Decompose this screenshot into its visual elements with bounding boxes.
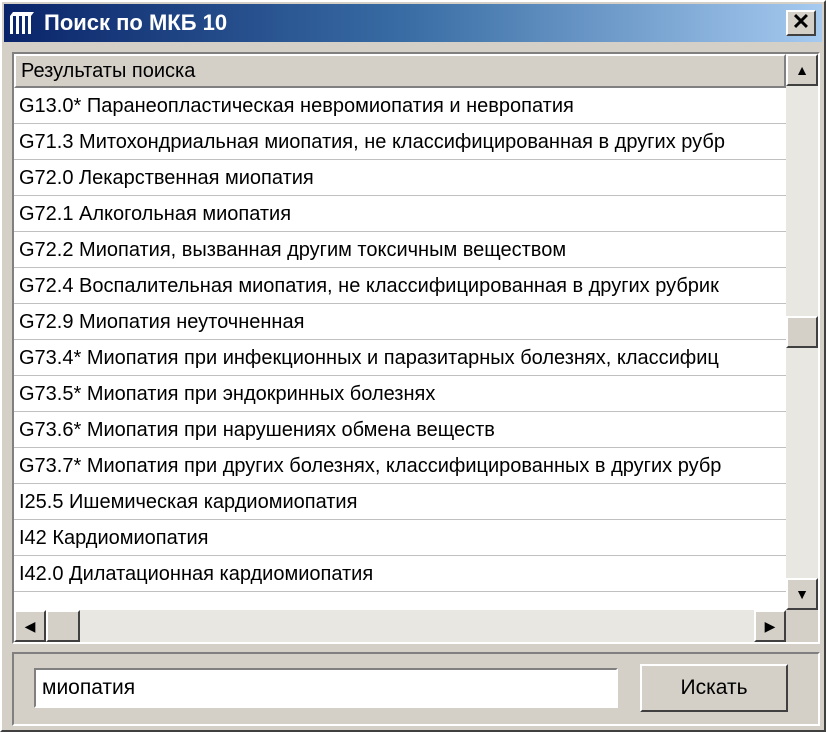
- arrow-down-icon: ▼: [795, 586, 809, 602]
- search-input[interactable]: [34, 668, 618, 708]
- close-button[interactable]: ✕: [786, 10, 816, 36]
- result-row[interactable]: G72.2 Миопатия, вызванная другим токсичн…: [14, 232, 786, 268]
- arrow-up-icon: ▲: [795, 62, 809, 78]
- result-row[interactable]: G72.1 Алкогольная миопатия: [14, 196, 786, 232]
- result-row[interactable]: I25.5 Ишемическая кардиомиопатия: [14, 484, 786, 520]
- result-row[interactable]: G73.6* Миопатия при нарушениях обмена ве…: [14, 412, 786, 448]
- horizontal-scroll-thumb[interactable]: [46, 610, 80, 642]
- window-title: Поиск по МКБ 10: [44, 10, 228, 35]
- close-icon: ✕: [791, 9, 811, 34]
- scrollbar-corner: [786, 610, 818, 642]
- arrow-left-icon: ◀: [24, 618, 36, 634]
- search-dialog-window: Поиск по МКБ 10 ✕ Результаты поиска G13.…: [0, 0, 826, 732]
- results-rows: G13.0* Паранеопластическая невромиопатия…: [14, 88, 786, 596]
- result-row[interactable]: G13.0* Паранеопластическая невромиопатия…: [14, 88, 786, 124]
- result-row[interactable]: G73.5* Миопатия при эндокринных болезнях: [14, 376, 786, 412]
- vertical-scroll-thumb[interactable]: [786, 316, 818, 348]
- search-button[interactable]: Искать: [640, 664, 788, 712]
- result-row[interactable]: I42.0 Дилатационная кардиомиопатия: [14, 556, 786, 592]
- arrow-right-icon: ▶: [764, 618, 776, 634]
- app-icon: [10, 12, 34, 34]
- title-bar[interactable]: Поиск по МКБ 10 ✕: [4, 4, 822, 42]
- results-column-header[interactable]: Результаты поиска: [14, 54, 786, 88]
- scroll-down-button[interactable]: ▼: [786, 578, 818, 610]
- scroll-right-button[interactable]: ▶: [754, 610, 786, 642]
- result-row[interactable]: G73.4* Миопатия при инфекционных и параз…: [14, 340, 786, 376]
- result-row[interactable]: G72.0 Лекарственная миопатия: [14, 160, 786, 196]
- result-row[interactable]: G73.7* Миопатия при других болезнях, кла…: [14, 448, 786, 484]
- result-row[interactable]: G72.9 Миопатия неуточненная: [14, 304, 786, 340]
- scroll-up-button[interactable]: ▲: [786, 54, 818, 86]
- search-panel: Искать: [12, 652, 820, 726]
- vertical-scrollbar[interactable]: ▲ ▼: [786, 54, 818, 610]
- horizontal-scrollbar[interactable]: ◀ ▶: [14, 610, 786, 642]
- scroll-left-button[interactable]: ◀: [14, 610, 46, 642]
- result-row[interactable]: G72.4 Воспалительная миопатия, не класси…: [14, 268, 786, 304]
- result-row[interactable]: G71.3 Митохондриальная миопатия, не клас…: [14, 124, 786, 160]
- result-row[interactable]: I42 Кардиомиопатия: [14, 520, 786, 556]
- results-list[interactable]: Результаты поиска G13.0* Паранеопластиче…: [12, 52, 820, 644]
